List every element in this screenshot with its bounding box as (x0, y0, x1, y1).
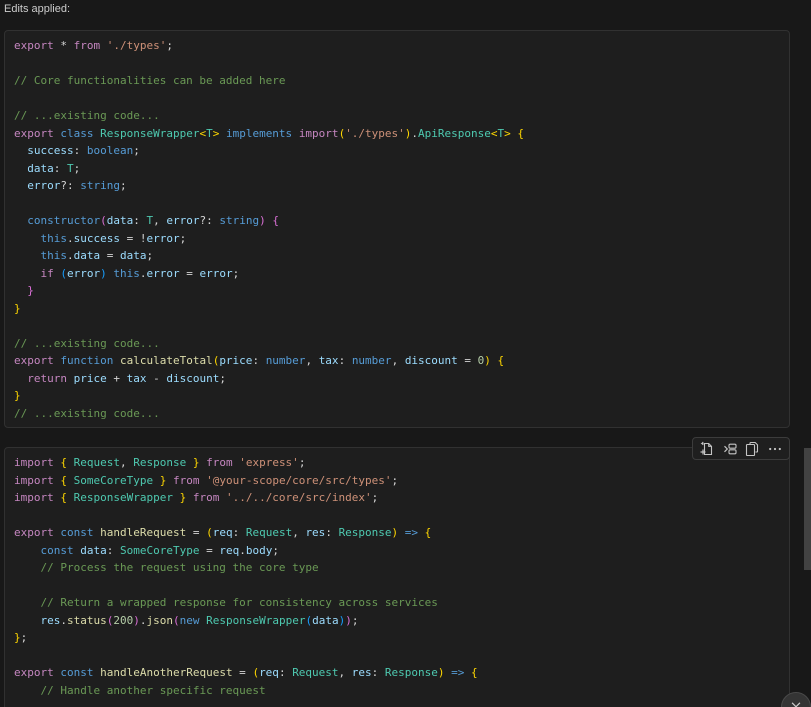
more-actions-button[interactable] (764, 439, 786, 458)
copy-icon (744, 441, 760, 457)
ellipsis-icon (767, 441, 783, 457)
chevron-down-icon (789, 698, 803, 707)
insert-at-cursor-button[interactable] (719, 439, 741, 458)
code-block-toolbar (692, 437, 790, 460)
insert-icon (722, 441, 738, 457)
chat-response-area: Edits applied: export * from './types'; … (0, 0, 811, 707)
apply-in-editor-button[interactable] (696, 439, 718, 458)
copy-button[interactable] (741, 439, 763, 458)
code-block-core-module: export * from './types'; // Core functio… (4, 30, 790, 428)
edits-applied-label: Edits applied: (4, 3, 71, 15)
file-apply-icon (699, 441, 715, 457)
vertical-scrollbar-thumb[interactable] (804, 448, 811, 570)
code-block-express-handlers: import { Request, Response } from 'expre… (4, 447, 790, 707)
